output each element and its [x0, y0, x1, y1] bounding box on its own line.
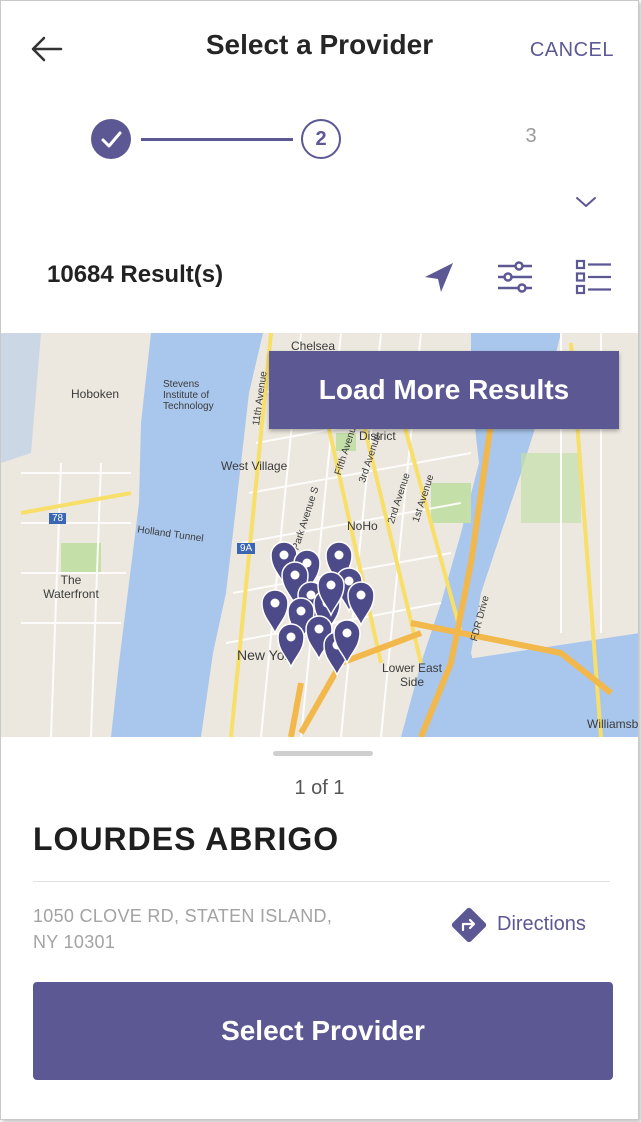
check-icon: [101, 131, 122, 148]
drag-handle[interactable]: [273, 751, 373, 756]
step-1-completed: [91, 119, 131, 159]
results-count: 10684 Result(s): [47, 261, 224, 288]
step-2-current: 2: [301, 119, 341, 159]
list-view-icon: [575, 259, 611, 295]
locate-button[interactable]: [417, 255, 461, 299]
header: Select a Provider CANCEL: [1, 1, 638, 101]
select-provider-button[interactable]: Select Provider: [33, 982, 613, 1080]
load-more-results-button[interactable]: Load More Results: [269, 351, 619, 429]
expand-button[interactable]: [571, 187, 601, 217]
address-line-1: 1050 CLOVE RD, STATEN ISLAND,: [33, 906, 333, 926]
progress-stepper: 2 3: [1, 113, 638, 169]
step-3-upcoming: 3: [525, 125, 537, 147]
map-pin[interactable]: [347, 581, 375, 628]
chevron-down-icon: [576, 197, 596, 207]
step-connector: [141, 138, 293, 141]
app-screen: Select a Provider CANCEL 2 3 10684 Resul…: [0, 0, 639, 1120]
directions-turn-icon: [451, 907, 487, 943]
navigation-arrow-icon: [425, 263, 453, 292]
provider-address: 1050 CLOVE RD, STATEN ISLAND, NY 10301: [33, 903, 413, 955]
list-view-button[interactable]: [571, 255, 615, 299]
map-pin[interactable]: [277, 623, 305, 670]
divider: [33, 881, 610, 882]
filter-button[interactable]: [493, 255, 537, 299]
directions-label: Directions: [497, 913, 586, 935]
filter-sliders-icon: [498, 261, 532, 293]
provider-name: LOURDES ABRIGO: [33, 821, 340, 857]
cancel-button[interactable]: CANCEL: [530, 39, 614, 62]
address-line-2: NY 10301: [33, 932, 116, 952]
result-counter: 1 of 1: [294, 777, 345, 799]
